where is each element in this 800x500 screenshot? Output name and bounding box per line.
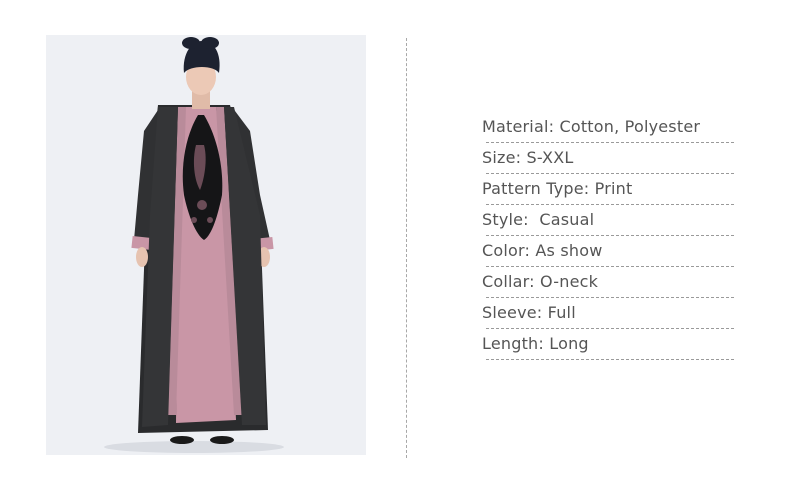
product-photo — [46, 35, 366, 455]
vertical-divider — [406, 38, 407, 458]
spec-row-size: Size: S-XXL — [482, 143, 736, 174]
spec-row-style: Style: Casual — [482, 205, 736, 236]
spec-row-pattern-type: Pattern Type: Print — [482, 174, 736, 205]
spec-row-length: Length: Long — [482, 329, 736, 360]
spec-color: Color: As show — [482, 241, 603, 260]
spec-collar: Collar: O-neck — [482, 272, 599, 291]
spec-row-sleeve: Sleeve: Full — [482, 298, 736, 329]
spec-sleeve: Sleeve: Full — [482, 303, 576, 322]
spec-row-collar: Collar: O-neck — [482, 267, 736, 298]
spec-material: Material: Cotton, Polyester — [482, 117, 701, 136]
spec-list: Material: Cotton, Polyester Size: S-XXL … — [482, 112, 736, 360]
spec-length: Length: Long — [482, 334, 589, 353]
dashed-rule — [486, 359, 734, 360]
model-illustration — [46, 35, 366, 455]
spec-style: Style: Casual — [482, 210, 595, 229]
spec-pattern-type: Pattern Type: Print — [482, 179, 633, 198]
spec-row-material: Material: Cotton, Polyester — [482, 112, 736, 143]
spec-size: Size: S-XXL — [482, 148, 574, 167]
spec-row-color: Color: As show — [482, 236, 736, 267]
